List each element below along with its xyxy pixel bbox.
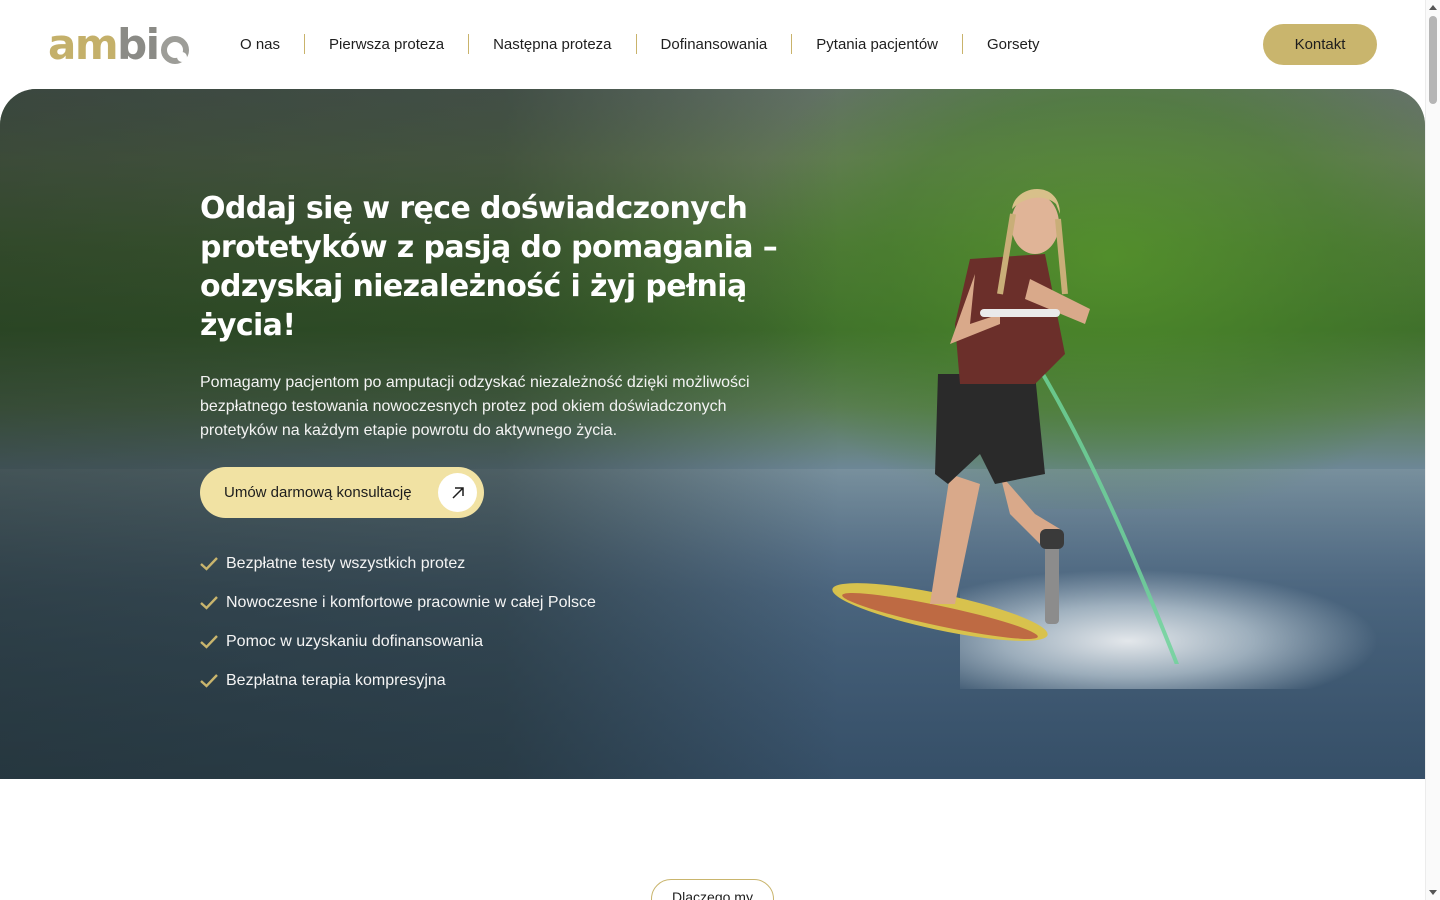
scrollbar-thumb[interactable]: [1429, 16, 1437, 104]
feature-label: Bezpłatne testy wszystkich protez: [226, 554, 466, 572]
nav-divider: [962, 34, 964, 54]
nav-item-pierwsza-proteza[interactable]: Pierwsza proteza: [329, 36, 444, 53]
nav-item-dofinansowania[interactable]: Dofinansowania: [661, 36, 768, 53]
hero-title: Oddaj się w ręce doświadczonych protetyk…: [200, 191, 778, 343]
arrow-up-right-icon: [438, 473, 477, 512]
page-scrollbar[interactable]: [1425, 0, 1440, 900]
hero-section: Oddaj się w ręce doświadczonych protetyk…: [0, 89, 1425, 779]
logo-text-am: am: [48, 20, 119, 69]
feature-label: Nowoczesne i komfortowe pracownie w całe…: [226, 593, 596, 611]
nav-divider: [304, 34, 306, 54]
nav-item-o-nas[interactable]: O nas: [240, 36, 280, 53]
feature-item: Bezpłatna terapia kompresyjna: [200, 661, 800, 700]
nav-divider: [635, 34, 637, 54]
free-consultation-button[interactable]: Umów darmową konsultację: [200, 467, 484, 518]
logo-ring-icon: [160, 36, 189, 64]
page: am bi O nas Pierwsza proteza Następna pro…: [0, 0, 1440, 900]
feature-label: Bezpłatna terapia kompresyjna: [226, 671, 446, 689]
checkmark-icon: [200, 595, 218, 610]
contact-button[interactable]: Kontakt: [1263, 24, 1377, 65]
nav-divider: [791, 34, 793, 54]
checkmark-icon: [200, 673, 218, 688]
hero-description: Pomagamy pacjentom po amputacji odzyskać…: [200, 374, 750, 439]
nav-item-pytania-pacjentow[interactable]: Pytania pacjentów: [816, 36, 938, 53]
nav-divider: [468, 34, 470, 54]
checkmark-icon: [200, 556, 218, 571]
feature-item: Pomoc w uzyskaniu dofinansowania: [200, 622, 800, 661]
features-list: Bezpłatne testy wszystkich protez Nowocz…: [200, 544, 800, 700]
cta-label: Umów darmową konsultację: [224, 484, 412, 501]
checkmark-icon: [200, 634, 218, 649]
logo-text-bi: bi: [117, 20, 160, 69]
scroll-up-arrow-icon[interactable]: [1429, 5, 1437, 10]
nav-item-gorsety[interactable]: Gorsety: [987, 36, 1040, 53]
why-us-section-badge: Dlaczego my: [651, 879, 774, 900]
feature-label: Pomoc w uzyskaniu dofinansowania: [226, 632, 484, 650]
nav-item-nastepna-proteza[interactable]: Następna proteza: [493, 36, 611, 53]
hero-content: Oddaj się w ręce doświadczonych protetyk…: [200, 189, 800, 700]
scroll-down-arrow-icon[interactable]: [1429, 890, 1437, 895]
ambio-logo[interactable]: am bi: [48, 22, 189, 66]
main-nav: O nas Pierwsza proteza Następna proteza …: [240, 33, 1040, 55]
wakeboarder-photo: [832, 189, 1180, 664]
site-header: am bi O nas Pierwsza proteza Następna pro…: [0, 0, 1425, 89]
feature-item: Bezpłatne testy wszystkich protez: [200, 544, 800, 583]
feature-item: Nowoczesne i komfortowe pracownie w całe…: [200, 583, 800, 622]
